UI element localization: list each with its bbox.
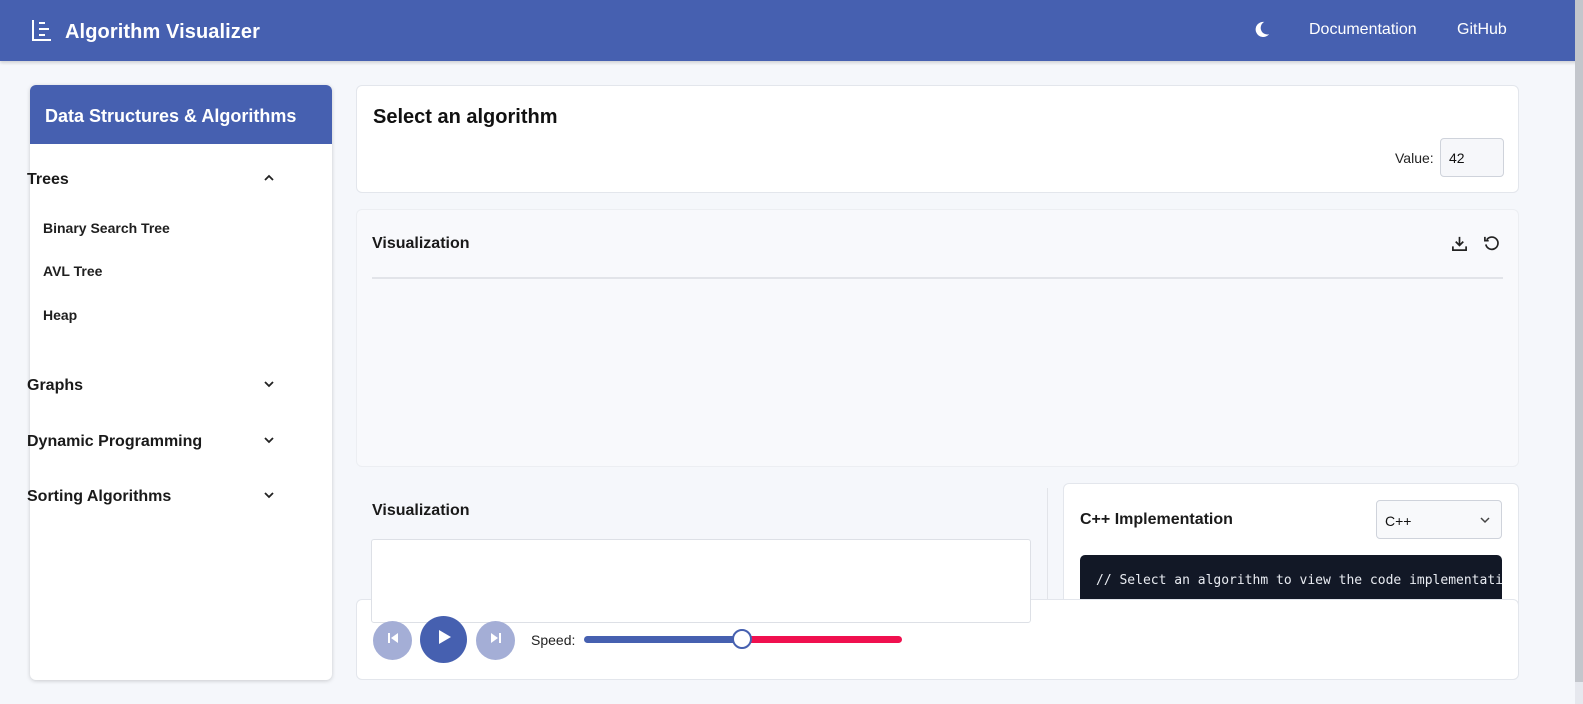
sidebar-item-binary-search-tree[interactable]: Binary Search Tree xyxy=(43,220,170,236)
section-label: Dynamic Programming xyxy=(27,433,203,450)
speed-slider-thumb[interactable] xyxy=(732,629,752,649)
section-label: Graphs xyxy=(27,377,84,394)
chevron-down-icon xyxy=(263,488,275,506)
section-label: Sorting Algorithms xyxy=(27,488,172,505)
bar-list-icon xyxy=(31,18,53,47)
code-title: C++ Implementation xyxy=(1080,511,1233,528)
brand[interactable]: Algorithm Visualizer xyxy=(31,18,260,47)
sidebar-section-sorting[interactable]: Sorting Algorithms xyxy=(27,488,275,506)
sidebar-section-trees[interactable]: Trees xyxy=(27,171,275,189)
code-line: // Select an algorithm to view the code … xyxy=(1096,573,1502,588)
speed-slider-remaining[interactable] xyxy=(742,636,902,643)
visualization-panel xyxy=(356,209,1519,467)
sidebar-section-graphs[interactable]: Graphs xyxy=(27,377,275,395)
reset-icon[interactable] xyxy=(1483,235,1500,257)
value-input[interactable] xyxy=(1440,138,1504,177)
skip-back-icon xyxy=(385,630,401,651)
scrollbar-track[interactable] xyxy=(1575,0,1583,704)
scrollbar-thumb[interactable] xyxy=(1575,0,1583,682)
play-icon xyxy=(435,628,453,651)
moon-icon[interactable] xyxy=(1252,20,1271,44)
visualization-title: Visualization xyxy=(372,235,470,252)
section-label: Trees xyxy=(27,171,69,188)
algorithm-select-card: Select an algorithm Value: xyxy=(356,85,1519,193)
secondary-visualization-title: Visualization xyxy=(372,502,470,519)
nav-github[interactable]: GitHub xyxy=(1457,21,1507,39)
chevron-up-icon xyxy=(263,171,275,189)
top-navbar: Algorithm Visualizer Documentation GitHu… xyxy=(0,0,1583,61)
sidebar-section-dynamic-programming[interactable]: Dynamic Programming xyxy=(27,433,275,451)
chevron-down-icon xyxy=(263,377,275,395)
language-value: C++ xyxy=(1385,513,1412,529)
step-back-button[interactable] xyxy=(373,621,412,660)
chevron-down-icon xyxy=(1479,513,1491,529)
sidebar-heading: Data Structures & Algorithms xyxy=(30,85,332,144)
nav-documentation[interactable]: Documentation xyxy=(1309,21,1417,39)
column-divider xyxy=(1047,488,1048,600)
speed-slider-filled[interactable] xyxy=(584,636,742,643)
divider xyxy=(372,277,1503,279)
chevron-down-icon xyxy=(263,433,275,451)
sidebar-item-heap[interactable]: Heap xyxy=(43,307,77,323)
value-label: Value: xyxy=(1395,150,1434,166)
page-title: Select an algorithm xyxy=(373,106,558,128)
skip-forward-icon xyxy=(488,630,504,651)
speed-label: Speed: xyxy=(531,632,576,648)
app-title: Algorithm Visualizer xyxy=(65,21,261,43)
download-icon[interactable] xyxy=(1451,235,1468,257)
language-select[interactable]: C++ xyxy=(1376,500,1502,539)
play-button[interactable] xyxy=(420,616,467,663)
step-forward-button[interactable] xyxy=(476,621,515,660)
sidebar-item-avl-tree[interactable]: AVL Tree xyxy=(43,263,102,279)
visualization-output-box xyxy=(371,539,1031,623)
